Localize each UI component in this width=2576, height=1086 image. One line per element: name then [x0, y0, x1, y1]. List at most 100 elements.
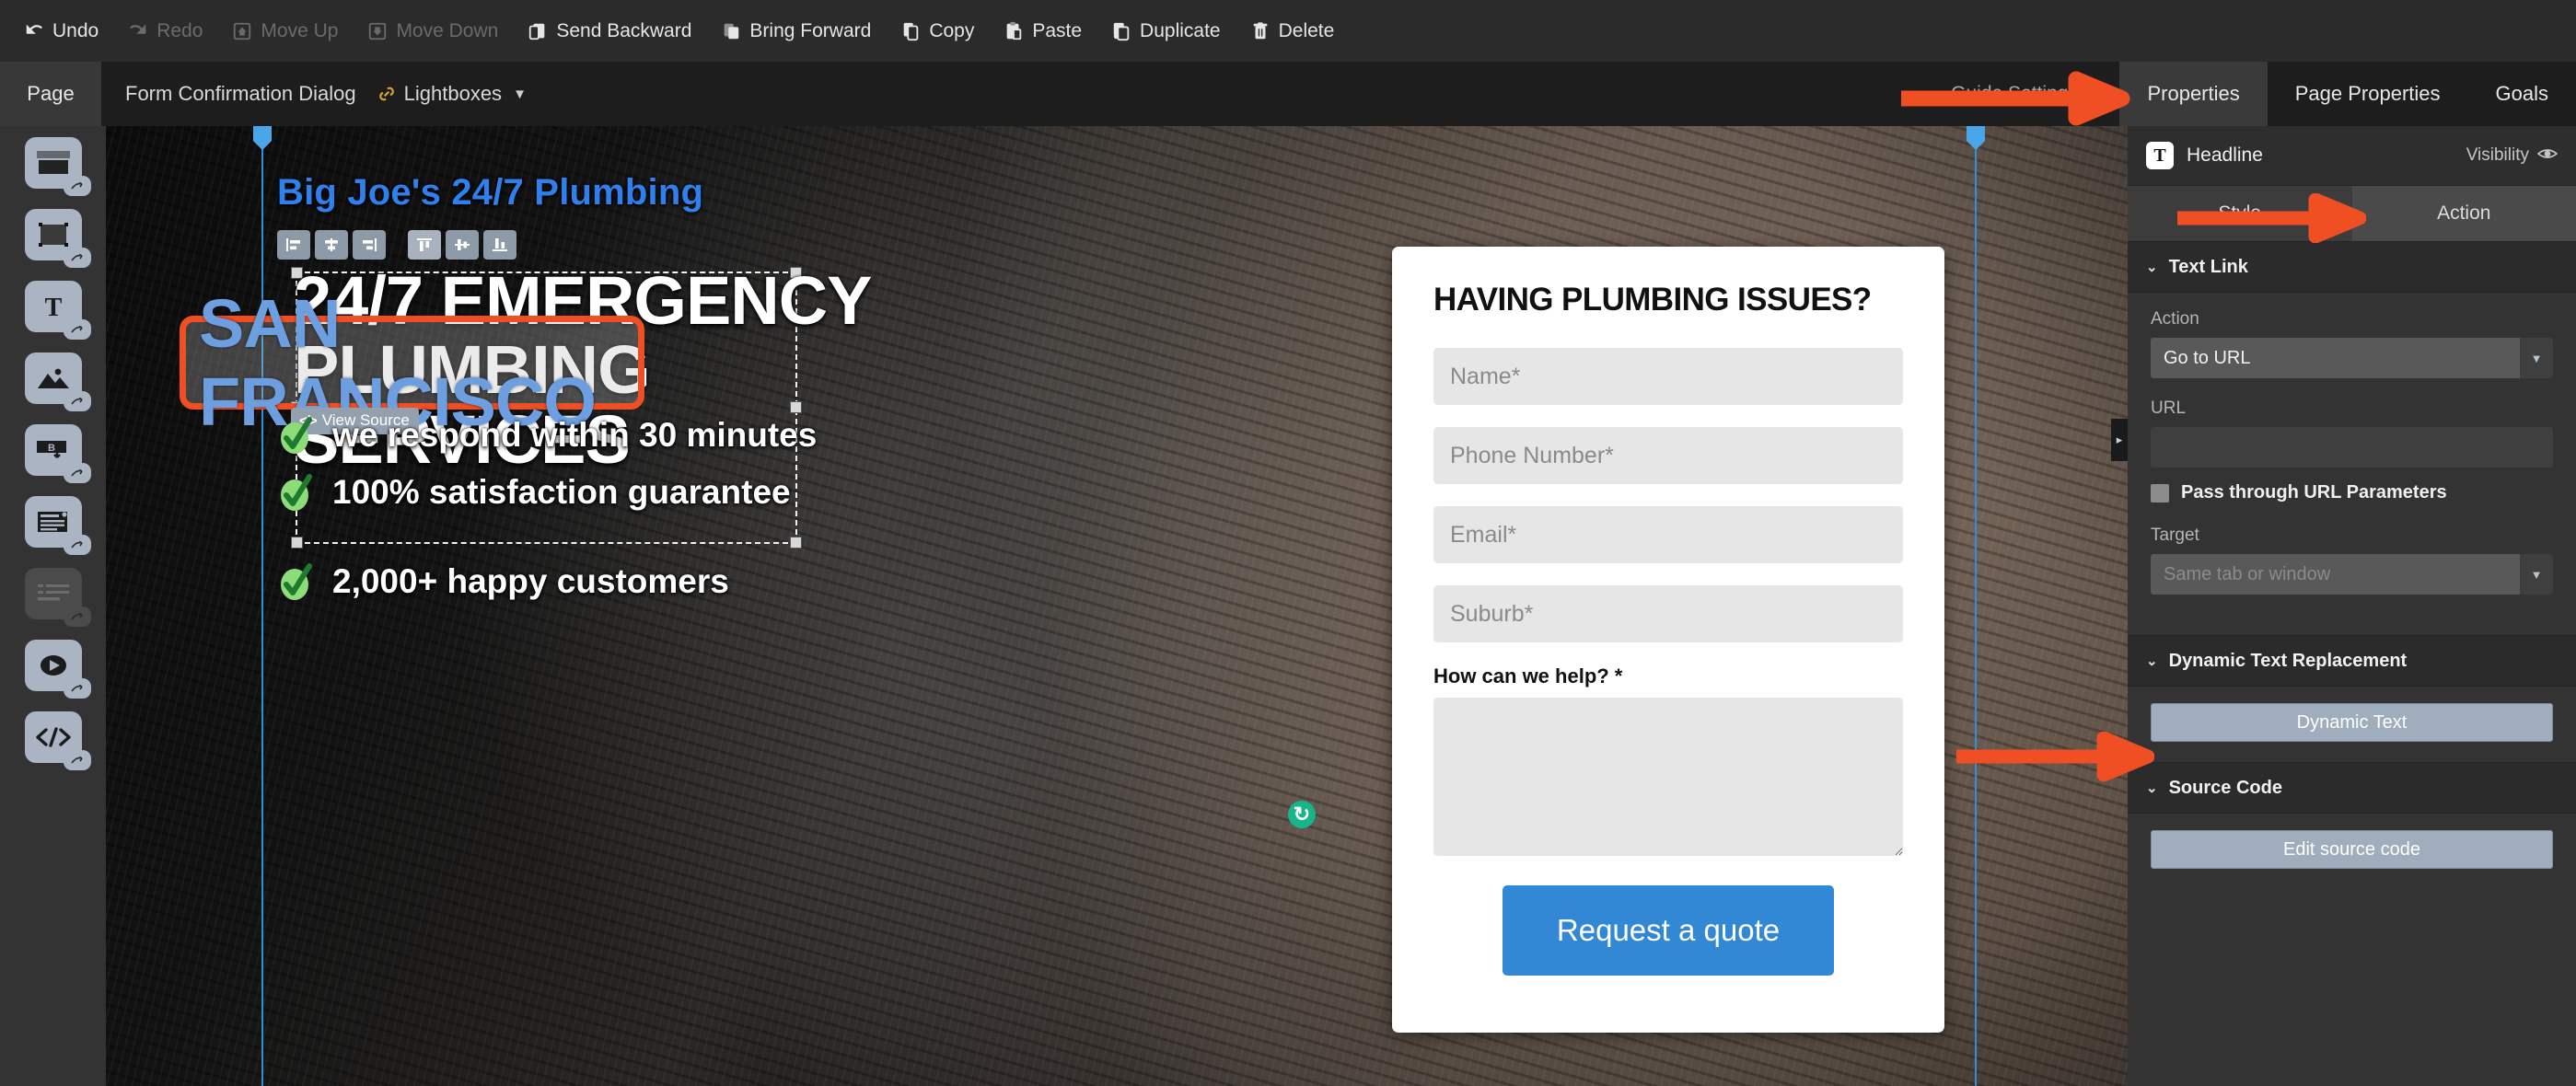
list-tool[interactable]	[24, 568, 91, 627]
message-textarea[interactable]	[1433, 698, 1903, 856]
dynamic-text-button[interactable]: Dynamic Text	[2151, 703, 2553, 742]
tab-properties[interactable]: Properties	[2119, 62, 2268, 126]
move-up-icon	[232, 21, 252, 41]
tabbar-right-group: Guide Settings ▾ Properties Page Propert…	[1927, 62, 2576, 126]
guide-line-left[interactable]	[253, 126, 272, 1086]
section-dynamic-text-header[interactable]: ⌄ Dynamic Text Replacement	[2128, 635, 2576, 687]
section-source-code-title: Source Code	[2168, 777, 2282, 798]
email-field[interactable]	[1433, 506, 1903, 563]
duplicate-icon	[1111, 21, 1131, 41]
section-dynamic-text-body: Dynamic Text	[2128, 687, 2576, 762]
target-select[interactable]: Same tab or window ▼	[2151, 554, 2553, 595]
url-input[interactable]	[2151, 427, 2553, 468]
lead-form-card[interactable]: HAVING PLUMBING ISSUES? How can we help?…	[1392, 247, 1944, 1033]
delete-icon	[1250, 21, 1271, 41]
toolbar-undo[interactable]: Undo	[9, 15, 113, 48]
section-source-code-header[interactable]: ⌄ Source Code	[2128, 762, 2576, 814]
page-tab[interactable]: Page	[0, 62, 101, 126]
page-builder-app: Undo Redo Move Up Move Down Send Backwar…	[0, 0, 2576, 1086]
document-title[interactable]: Form Confirmation Dialog	[125, 82, 356, 106]
toolbar-bring-forward[interactable]: Bring Forward	[706, 15, 886, 48]
tab-style[interactable]: Style	[2128, 186, 2352, 241]
image-tool[interactable]	[24, 352, 91, 411]
tool-submenu-arrow-icon[interactable]	[63, 391, 91, 411]
selected-text-highlight[interactable]: SAN FRANCISCO	[180, 285, 644, 440]
toolbar-send-backward-label: Send Backward	[556, 19, 692, 41]
benefit-item-2: 100% satisfaction guarantee	[277, 471, 791, 514]
section-tool[interactable]	[24, 137, 91, 196]
align-center-button[interactable]	[315, 230, 348, 260]
guide-settings-dropdown[interactable]: Guide Settings ▾	[1927, 62, 2119, 126]
benefit-item-3: 2,000+ happy customers	[277, 560, 729, 603]
toolbar-undo-label: Undo	[52, 19, 99, 41]
tool-submenu-arrow-icon[interactable]	[63, 678, 91, 699]
toolbar-duplicate[interactable]: Duplicate	[1097, 15, 1236, 48]
benefit-label-1: we respond within 30 minutes	[332, 416, 818, 454]
guide-line-right[interactable]	[1967, 126, 1985, 1086]
action-select[interactable]: Go to URL ▼	[2151, 338, 2553, 378]
chevron-down-icon: ⌄	[2146, 653, 2158, 669]
name-field[interactable]	[1433, 348, 1903, 405]
action-label: Action	[2151, 309, 2199, 329]
align-left-button[interactable]	[277, 230, 310, 260]
tab-page-properties-label: Page Properties	[2294, 82, 2441, 105]
paste-icon	[1004, 21, 1024, 41]
tool-submenu-arrow-icon[interactable]	[63, 535, 91, 555]
send-backward-icon	[528, 21, 548, 41]
rotate-handle[interactable]: ↻	[1288, 801, 1316, 828]
lightboxes-label: Lightboxes	[403, 82, 503, 105]
tool-submenu-arrow-icon[interactable]	[63, 248, 91, 268]
phone-field[interactable]	[1433, 427, 1903, 484]
align-top-button[interactable]	[408, 230, 441, 260]
section-source-code-body: Edit source code	[2128, 814, 2576, 889]
section-text-link-header[interactable]: ⌄ Text Link	[2128, 241, 2576, 293]
redo-icon	[128, 21, 148, 41]
button-tool[interactable]: B	[24, 424, 91, 483]
brand-headline[interactable]: Big Joe's 24/7 Plumbing	[277, 172, 703, 214]
svg-text:T: T	[44, 294, 62, 320]
guide-settings-label: Guide Settings	[1951, 83, 2078, 104]
suburb-field[interactable]	[1433, 585, 1903, 642]
pass-through-row[interactable]: Pass through URL Parameters	[2151, 482, 2553, 503]
video-tool[interactable]	[24, 640, 91, 699]
undo-icon	[24, 21, 44, 41]
panel-collapse-toggle[interactable]: ▸	[2111, 419, 2128, 461]
chevron-down-icon: ⌄	[2146, 260, 2158, 275]
align-bottom-button[interactable]	[483, 230, 516, 260]
tab-goals-label: Goals	[2495, 82, 2548, 105]
tool-submenu-arrow-icon[interactable]	[63, 607, 91, 627]
lightboxes-dropdown[interactable]: Lightboxes ▼	[377, 82, 527, 106]
properties-panel: ▸ T Headline Visibility Style Action ⌄ T…	[2111, 126, 2576, 1086]
visibility-label: Visibility	[2466, 145, 2529, 165]
toolbar-move-up-label: Move Up	[261, 19, 339, 41]
form-tool[interactable]	[24, 496, 91, 555]
toolbar-send-backward[interactable]: Send Backward	[513, 15, 706, 48]
toolbar-move-down[interactable]: Move Down	[353, 15, 513, 48]
tool-submenu-arrow-icon[interactable]	[63, 176, 91, 196]
tool-submenu-arrow-icon[interactable]	[63, 319, 91, 340]
box-tool[interactable]	[24, 209, 91, 268]
toolbar-move-up[interactable]: Move Up	[217, 15, 353, 48]
html-tool[interactable]	[24, 711, 91, 770]
tool-submenu-arrow-icon[interactable]	[63, 463, 91, 483]
toolbar-redo[interactable]: Redo	[113, 15, 217, 48]
pass-through-checkbox[interactable]	[2151, 483, 2169, 503]
element-type-label: Headline	[2187, 144, 2263, 166]
tab-page-properties[interactable]: Page Properties	[2268, 62, 2468, 126]
benefit-label-2: 100% satisfaction guarantee	[332, 473, 791, 511]
toolbar-delete[interactable]: Delete	[1236, 15, 1350, 48]
visibility-toggle[interactable]: Visibility	[2466, 145, 2559, 166]
toolbar-divider	[390, 230, 403, 260]
text-tool[interactable]: T	[24, 281, 91, 340]
tool-submenu-arrow-icon[interactable]	[63, 750, 91, 770]
align-right-button[interactable]	[353, 230, 386, 260]
toolbar-paste[interactable]: Paste	[989, 15, 1097, 48]
request-quote-button[interactable]: Request a quote	[1503, 885, 1834, 976]
toolbar-copy[interactable]: Copy	[886, 15, 989, 48]
toolbar-move-down-label: Move Down	[396, 19, 499, 41]
check-icon	[277, 560, 316, 603]
tab-goals[interactable]: Goals	[2468, 62, 2576, 126]
tab-action[interactable]: Action	[2351, 186, 2576, 241]
edit-source-code-button[interactable]: Edit source code	[2151, 830, 2553, 869]
align-middle-button[interactable]	[446, 230, 479, 260]
